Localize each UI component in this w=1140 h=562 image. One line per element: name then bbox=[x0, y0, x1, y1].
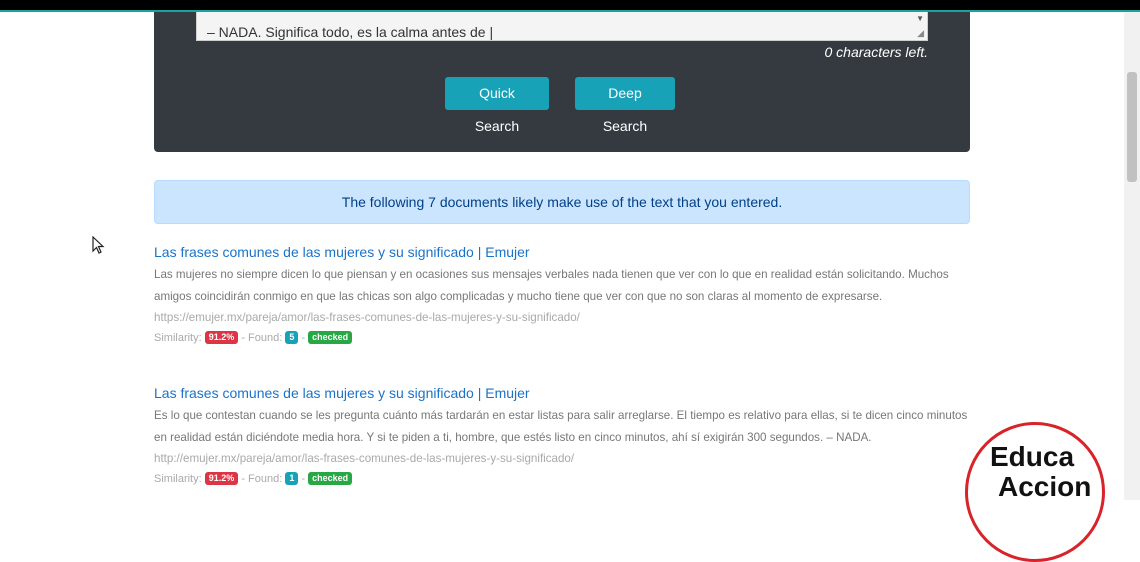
page-scrollbar[interactable] bbox=[1124, 12, 1140, 500]
similarity-badge: 91.2% bbox=[204, 472, 239, 485]
found-label: Found: bbox=[248, 332, 283, 344]
educa-accion-logo: Educa Accion bbox=[965, 422, 1105, 562]
similarity-badge: 91.2% bbox=[204, 331, 239, 344]
top-bar bbox=[0, 0, 1140, 12]
status-badge: checked bbox=[308, 472, 353, 485]
mouse-cursor-icon bbox=[92, 236, 105, 254]
result-item: Las frases comunes de las mujeres y su s… bbox=[154, 242, 970, 347]
found-count-badge: 1 bbox=[285, 472, 299, 485]
similarity-label: Similarity: bbox=[154, 332, 202, 344]
result-url[interactable]: https://emujer.mx/pareja/amor/las-frases… bbox=[154, 308, 970, 328]
resize-handle-icon[interactable]: ◢ bbox=[917, 28, 924, 39]
result-meta: Similarity: 91.2% - Found: 1 - checked bbox=[154, 470, 970, 488]
result-snippet: Las mujeres no siempre dicen lo que pien… bbox=[154, 268, 949, 303]
results-alert: The following 7 documents likely make us… bbox=[154, 180, 970, 224]
result-title-link[interactable]: Las frases comunes de las mujeres y su s… bbox=[154, 242, 970, 262]
deep-search-button[interactable]: Deep Search bbox=[575, 77, 675, 134]
search-panel: – NADA. Significa todo, es la calma ante… bbox=[154, 12, 970, 152]
meta-separator: - bbox=[238, 332, 249, 344]
result-meta: Similarity: 91.2% - Found: 5 - checked bbox=[154, 329, 970, 347]
search-textarea[interactable]: – NADA. Significa todo, es la calma ante… bbox=[196, 12, 928, 41]
result-snippet: Es lo que contestan cuando se les pregun… bbox=[154, 409, 968, 444]
status-badge: checked bbox=[308, 331, 353, 344]
characters-left-counter: 0 characters left. bbox=[824, 44, 929, 60]
logo-line-1: Educa bbox=[990, 441, 1075, 472]
scrollbar-thumb[interactable] bbox=[1127, 72, 1137, 182]
meta-separator: - bbox=[298, 332, 309, 344]
textarea-scroll-down-icon[interactable]: ▼ bbox=[916, 14, 924, 23]
result-item: Las frases comunes de las mujeres y su s… bbox=[154, 383, 970, 488]
similarity-label: Similarity: bbox=[154, 473, 202, 485]
textarea-content: – NADA. Significa todo, es la calma ante… bbox=[207, 24, 494, 40]
result-title-link[interactable]: Las frases comunes de las mujeres y su s… bbox=[154, 383, 970, 403]
quick-search-button[interactable]: Quick Search bbox=[445, 77, 549, 134]
found-label: Found: bbox=[248, 473, 283, 485]
found-count-badge: 5 bbox=[285, 331, 299, 344]
result-url[interactable]: http://emujer.mx/pareja/amor/las-frases-… bbox=[154, 449, 970, 469]
meta-separator: - bbox=[298, 473, 309, 485]
logo-line-2: Accion bbox=[998, 471, 1092, 502]
meta-separator: - bbox=[238, 473, 249, 485]
